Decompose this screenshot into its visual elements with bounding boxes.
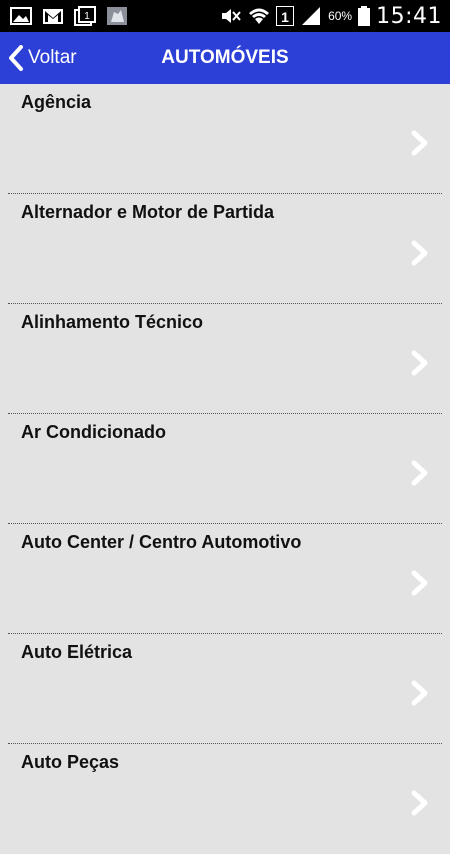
list-item-label: Ar Condicionado [21, 422, 166, 442]
chevron-right-icon [411, 460, 428, 486]
list-item-auto-eletrica[interactable]: Auto Elétrica [0, 634, 450, 744]
battery-percent: 60% [328, 9, 353, 23]
list-item-label: Auto Peças [21, 752, 120, 772]
system-icons: 1 60% 15:41 [220, 3, 442, 29]
list-item-ar-condicionado[interactable]: Ar Condicionado [0, 414, 450, 524]
chevron-right-icon [411, 130, 428, 156]
back-label: Voltar [28, 47, 77, 68]
sim-indicator: 1 [276, 6, 295, 26]
status-bar: 1 1 60% 15:41 [0, 0, 450, 32]
app-icon [107, 7, 127, 25]
image-icon [10, 7, 32, 25]
chevron-right-icon [411, 570, 428, 596]
clock: 15:41 [376, 3, 442, 29]
chevron-right-icon [411, 790, 428, 816]
chevron-left-icon [9, 45, 23, 71]
chevron-right-icon [411, 240, 428, 266]
notification-1-icon: 1 [74, 6, 96, 26]
list-item-label: Agência [21, 92, 92, 112]
list-item-label: Auto Elétrica [21, 642, 133, 662]
chevron-right-icon [411, 350, 428, 376]
list-item-alternador[interactable]: Alternador e Motor de Partida [0, 194, 450, 304]
list-item-label: Alinhamento Técnico [21, 312, 204, 332]
wifi-icon [249, 8, 270, 24]
mute-icon [222, 9, 241, 23]
back-button[interactable]: Voltar [8, 32, 77, 84]
svg-text:1: 1 [84, 11, 90, 22]
notification-icons: 1 [10, 6, 128, 26]
list-item-auto-center[interactable]: Auto Center / Centro Automotivo [0, 524, 450, 634]
signal-icon [302, 7, 321, 25]
list-item-label: Auto Center / Centro Automotivo [21, 532, 302, 552]
gmail-icon [43, 9, 63, 24]
list-item-agencia[interactable]: Agência [0, 84, 450, 194]
battery-icon [358, 6, 371, 26]
app-header: Voltar AUTOMÓVEIS [0, 32, 450, 84]
category-list: Agência Alternador e Motor de Partida Al… [0, 84, 450, 854]
list-item-alinhamento[interactable]: Alinhamento Técnico [0, 304, 450, 414]
list-item-auto-pecas[interactable]: Auto Peças [0, 744, 450, 854]
chevron-right-icon [411, 680, 428, 706]
list-item-label: Alternador e Motor de Partida [21, 202, 275, 222]
